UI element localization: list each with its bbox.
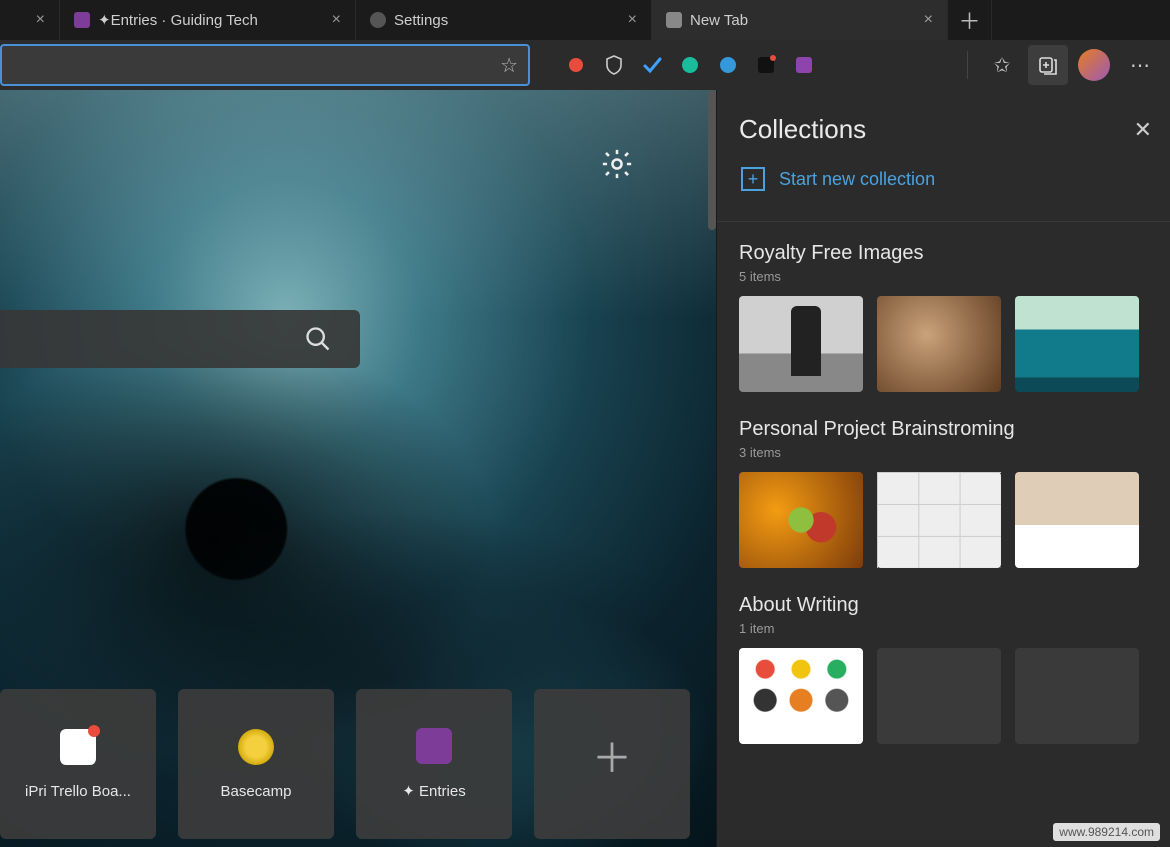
thumbnail[interactable] <box>739 296 863 392</box>
collection-count: 3 items <box>739 445 1152 460</box>
url-input[interactable] <box>12 57 500 74</box>
profile-avatar[interactable] <box>1074 45 1114 85</box>
quick-links: iPri Trello Boa... Basecamp ✦ Entries ＋ <box>0 689 690 847</box>
settings-favicon-icon <box>370 12 386 28</box>
thumbnail[interactable] <box>739 648 863 744</box>
collection-thumbs <box>739 296 1152 392</box>
more-menu-icon[interactable]: ⋯ <box>1120 45 1160 85</box>
tile-add[interactable]: ＋ <box>534 689 690 839</box>
close-icon[interactable]: × <box>924 11 933 29</box>
rec-icon[interactable] <box>560 49 592 81</box>
trello-icon <box>60 729 96 765</box>
teal-circle-icon[interactable] <box>674 49 706 81</box>
collection-thumbs <box>739 648 1152 744</box>
tab-1[interactable]: ✦Entries · Guiding Tech × <box>60 0 356 40</box>
newtab-favicon-icon <box>666 12 682 28</box>
collection-count: 5 items <box>739 269 1152 284</box>
main-split: iPri Trello Boa... Basecamp ✦ Entries ＋ … <box>0 90 1170 847</box>
tile-entries[interactable]: ✦ Entries <box>356 689 512 839</box>
collection-title: About Writing <box>739 594 1152 617</box>
search-icon <box>304 325 332 353</box>
start-new-collection-button[interactable]: + Start new collection <box>741 167 1152 191</box>
collection-count: 1 item <box>739 621 1152 636</box>
plus-icon: ＋ <box>594 737 630 773</box>
collection-royalty-free-images[interactable]: Royalty Free Images 5 items <box>739 242 1152 392</box>
toolbar-separator <box>967 51 968 79</box>
basecamp-icon <box>238 729 274 765</box>
entries-favicon-icon <box>74 12 90 28</box>
tile-basecamp[interactable]: Basecamp <box>178 689 334 839</box>
watermark: www.989214.com <box>1053 823 1160 841</box>
tab-title: New Tab <box>690 12 748 29</box>
close-icon[interactable]: × <box>628 11 637 29</box>
shield-icon[interactable] <box>598 49 630 81</box>
collection-title: Royalty Free Images <box>739 242 1152 265</box>
collections-button[interactable] <box>1028 45 1068 85</box>
close-icon[interactable]: × <box>36 11 45 29</box>
thumbnail[interactable] <box>877 296 1001 392</box>
collection-title: Personal Project Brainstroming <box>739 418 1152 441</box>
tab-title: ✦Entries · Guiding Tech <box>98 11 258 29</box>
purple-square-icon[interactable] <box>788 49 820 81</box>
thumbnail[interactable] <box>739 472 863 568</box>
thumbnail-placeholder <box>1015 648 1139 744</box>
collection-thumbs <box>739 472 1152 568</box>
collection-personal-project[interactable]: Personal Project Brainstroming 3 items <box>739 418 1152 568</box>
thumbnail-placeholder <box>877 648 1001 744</box>
plus-icon: + <box>741 167 765 191</box>
tab-0[interactable]: × <box>0 0 60 40</box>
new-tab-button[interactable]: ＋ <box>948 0 992 40</box>
divider <box>717 221 1170 222</box>
collection-about-writing[interactable]: About Writing 1 item <box>739 594 1152 744</box>
tab-strip: × ✦Entries · Guiding Tech × Settings × N… <box>0 0 1170 40</box>
favorite-star-icon[interactable]: ☆ <box>500 53 518 78</box>
thumbnail[interactable] <box>877 472 1001 568</box>
ntp-search-box[interactable] <box>0 310 360 368</box>
thumbnail[interactable] <box>1015 472 1139 568</box>
close-icon[interactable]: ✕ <box>1134 117 1152 143</box>
scrollbar[interactable] <box>708 90 716 230</box>
tab-3-active[interactable]: New Tab × <box>652 0 948 40</box>
blue-circle-icon[interactable] <box>712 49 744 81</box>
checkmark-icon[interactable] <box>636 49 668 81</box>
tile-trello[interactable]: iPri Trello Boa... <box>0 689 156 839</box>
panel-title: Collections <box>739 114 866 145</box>
tile-label: Basecamp <box>187 783 324 800</box>
favorites-icon[interactable]: ✩ <box>982 45 1022 85</box>
collections-panel: Collections ✕ + Start new collection Roy… <box>716 90 1170 847</box>
start-new-collection-label: Start new collection <box>779 169 935 190</box>
new-tab-page: iPri Trello Boa... Basecamp ✦ Entries ＋ <box>0 90 716 847</box>
entries-icon <box>416 728 452 764</box>
page-settings-gear-icon[interactable] <box>598 145 636 183</box>
toolbar: ☆ ✩ ⋯ <box>0 40 1170 90</box>
tile-label: ✦ Entries <box>365 782 502 800</box>
address-bar[interactable]: ☆ <box>0 44 530 86</box>
tile-label: iPri Trello Boa... <box>9 783 146 800</box>
tab-2[interactable]: Settings × <box>356 0 652 40</box>
tab-title: Settings <box>394 12 448 29</box>
thumbnail[interactable] <box>1015 296 1139 392</box>
dark-badge-icon[interactable] <box>750 49 782 81</box>
close-icon[interactable]: × <box>332 11 341 29</box>
